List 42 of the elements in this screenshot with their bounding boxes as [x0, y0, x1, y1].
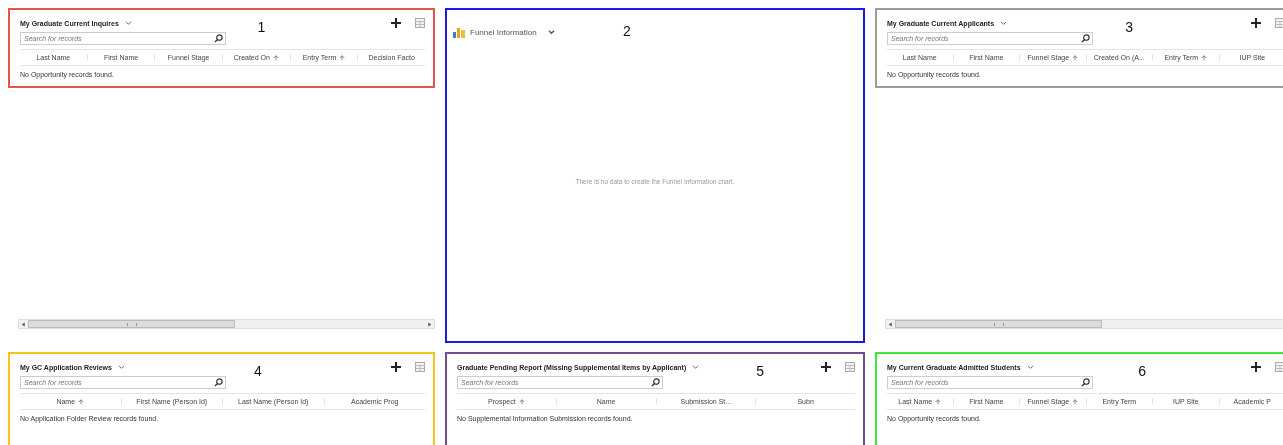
annotation-number: 6	[1138, 364, 1147, 378]
caret-icon[interactable]	[1026, 364, 1034, 370]
caret-icon[interactable]	[124, 20, 132, 26]
grid-icon[interactable]	[1275, 18, 1283, 28]
sort-arrow-icon[interactable]	[1201, 54, 1208, 61]
add-icon[interactable]	[391, 18, 401, 28]
caret-icon[interactable]	[117, 364, 125, 370]
scroll-right-icon[interactable]	[427, 321, 432, 327]
search-icon[interactable]	[651, 378, 660, 387]
grid-icon[interactable]	[845, 362, 855, 372]
add-icon[interactable]	[391, 362, 401, 372]
annotation-number: 1	[257, 20, 266, 34]
scroll-left-icon[interactable]	[21, 321, 26, 327]
search-icon[interactable]	[1081, 34, 1090, 43]
sort-arrow-icon[interactable]	[1072, 54, 1079, 61]
sort-arrow-icon[interactable]	[78, 398, 85, 405]
chart-icon	[453, 26, 465, 38]
annotation-number: 4	[254, 364, 262, 378]
annotation-number: 2	[623, 24, 631, 38]
grid-icon[interactable]	[1275, 362, 1283, 372]
grid-icon[interactable]	[415, 18, 425, 28]
chart-title[interactable]: Funnel Information	[470, 27, 537, 37]
caret-icon[interactable]	[1000, 20, 1008, 26]
add-icon[interactable]	[1251, 362, 1261, 372]
horizontal-scrollbar[interactable]	[885, 319, 1283, 329]
annotation-number: 5	[756, 364, 764, 378]
sort-arrow-icon[interactable]	[272, 54, 279, 61]
sort-arrow-icon[interactable]	[1072, 398, 1079, 405]
scroll-left-icon[interactable]	[888, 321, 893, 327]
caret-icon[interactable]	[692, 364, 700, 370]
caret-icon[interactable]	[547, 29, 555, 35]
annotation-number: 3	[1125, 20, 1133, 34]
search-icon[interactable]	[214, 34, 223, 43]
sort-arrow-icon[interactable]	[935, 398, 942, 405]
grid-icon[interactable]	[415, 362, 425, 372]
search-icon[interactable]	[1081, 378, 1090, 387]
sort-arrow-icon[interactable]	[518, 398, 525, 405]
horizontal-scrollbar[interactable]	[18, 319, 435, 329]
add-icon[interactable]	[1251, 18, 1261, 28]
add-icon[interactable]	[821, 362, 831, 372]
sort-arrow-icon[interactable]	[339, 54, 346, 61]
search-icon[interactable]	[214, 378, 223, 387]
